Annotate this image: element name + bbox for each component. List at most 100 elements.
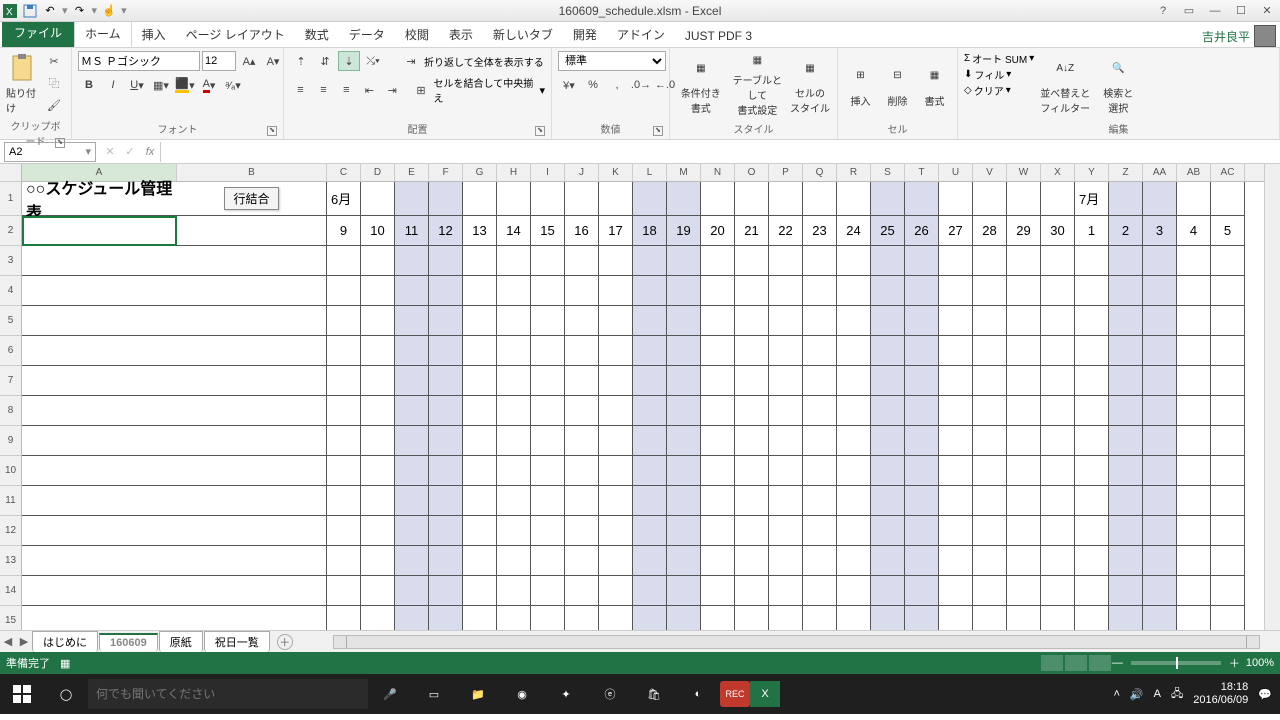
excel-taskbar-icon[interactable]: X [750, 681, 780, 707]
cell[interactable] [395, 246, 429, 276]
cell[interactable] [1075, 516, 1109, 546]
column-header[interactable]: O [735, 164, 769, 181]
zoom-slider[interactable] [1131, 661, 1221, 665]
cell[interactable] [1177, 396, 1211, 426]
column-header[interactable]: U [939, 164, 973, 181]
redo-icon[interactable]: ↷ [72, 3, 88, 19]
cell[interactable] [1007, 336, 1041, 366]
task-view-icon[interactable]: ▭ [412, 674, 456, 714]
cell[interactable] [905, 396, 939, 426]
cell[interactable] [22, 396, 177, 426]
cell[interactable] [395, 516, 429, 546]
cell[interactable] [871, 276, 905, 306]
cell[interactable] [871, 516, 905, 546]
cell[interactable] [769, 276, 803, 306]
format-painter-icon[interactable]: 🖌 [43, 95, 65, 115]
cell[interactable] [1211, 546, 1245, 576]
edge-icon[interactable]: ⓔ [588, 674, 632, 714]
cell[interactable] [1007, 306, 1041, 336]
inc-decimal-icon[interactable]: .0→ [630, 75, 652, 95]
cell[interactable] [939, 576, 973, 606]
column-header[interactable]: L [633, 164, 667, 181]
cell[interactable] [667, 486, 701, 516]
cell[interactable] [327, 306, 361, 336]
cell[interactable]: 1 [1075, 216, 1109, 246]
cell[interactable] [327, 456, 361, 486]
cell[interactable] [1007, 426, 1041, 456]
cell[interactable] [1211, 486, 1245, 516]
cell[interactable] [1143, 576, 1177, 606]
cell[interactable] [177, 306, 327, 336]
row-header[interactable]: 4 [0, 276, 21, 306]
cell[interactable]: 30 [1041, 216, 1075, 246]
cell[interactable] [1211, 456, 1245, 486]
column-header[interactable]: E [395, 164, 429, 181]
cell[interactable] [599, 546, 633, 576]
cell[interactable] [633, 486, 667, 516]
cell[interactable] [327, 426, 361, 456]
cell[interactable] [1075, 456, 1109, 486]
ribbon-options-icon[interactable]: ▭ [1180, 4, 1198, 18]
cell[interactable] [361, 516, 395, 546]
cell[interactable] [633, 576, 667, 606]
cell[interactable] [837, 516, 871, 546]
cell[interactable] [905, 336, 939, 366]
cell[interactable] [565, 576, 599, 606]
cell[interactable] [1177, 576, 1211, 606]
cell[interactable] [803, 426, 837, 456]
cell[interactable] [531, 456, 565, 486]
cell[interactable] [599, 516, 633, 546]
cell[interactable] [361, 426, 395, 456]
cell[interactable] [871, 336, 905, 366]
cell[interactable] [531, 606, 565, 630]
cell[interactable] [1211, 576, 1245, 606]
cell[interactable] [463, 576, 497, 606]
cell[interactable] [735, 366, 769, 396]
cell[interactable] [327, 396, 361, 426]
cell[interactable] [1177, 182, 1211, 216]
cell[interactable] [327, 336, 361, 366]
cell[interactable] [1075, 426, 1109, 456]
font-name-select[interactable] [78, 51, 200, 71]
cell[interactable] [1177, 606, 1211, 630]
cell[interactable] [973, 396, 1007, 426]
cancel-formula-icon[interactable]: ✕ [100, 142, 120, 162]
cell[interactable] [973, 306, 1007, 336]
cell[interactable] [837, 486, 871, 516]
cell[interactable] [463, 246, 497, 276]
cell[interactable]: 27 [939, 216, 973, 246]
select-all-corner[interactable] [0, 164, 21, 182]
cell[interactable] [1007, 516, 1041, 546]
cell[interactable] [973, 456, 1007, 486]
cell[interactable] [905, 306, 939, 336]
cell[interactable] [871, 182, 905, 216]
column-header[interactable]: M [667, 164, 701, 181]
app-icon-2[interactable]: ◐ [676, 674, 720, 714]
cell[interactable] [361, 486, 395, 516]
cell[interactable] [565, 456, 599, 486]
cell[interactable] [1211, 606, 1245, 630]
cell[interactable] [905, 276, 939, 306]
cell[interactable] [1177, 306, 1211, 336]
cell[interactable] [735, 182, 769, 216]
cell[interactable] [939, 306, 973, 336]
cell[interactable] [1211, 396, 1245, 426]
cell[interactable] [667, 396, 701, 426]
cell[interactable] [1177, 276, 1211, 306]
cell[interactable] [429, 516, 463, 546]
cell[interactable] [1177, 336, 1211, 366]
cell[interactable] [1041, 396, 1075, 426]
cell[interactable] [1211, 246, 1245, 276]
cell[interactable] [327, 606, 361, 630]
minimize-icon[interactable]: — [1206, 4, 1224, 18]
cell[interactable] [22, 306, 177, 336]
cell[interactable] [429, 182, 463, 216]
column-header[interactable]: AA [1143, 164, 1177, 181]
row-header[interactable]: 9 [0, 426, 21, 456]
vertical-scrollbar[interactable] [1264, 164, 1280, 630]
cell[interactable]: 19 [667, 216, 701, 246]
cell[interactable] [1143, 546, 1177, 576]
cell[interactable] [837, 606, 871, 630]
cell[interactable] [395, 396, 429, 426]
column-header[interactable]: Y [1075, 164, 1109, 181]
